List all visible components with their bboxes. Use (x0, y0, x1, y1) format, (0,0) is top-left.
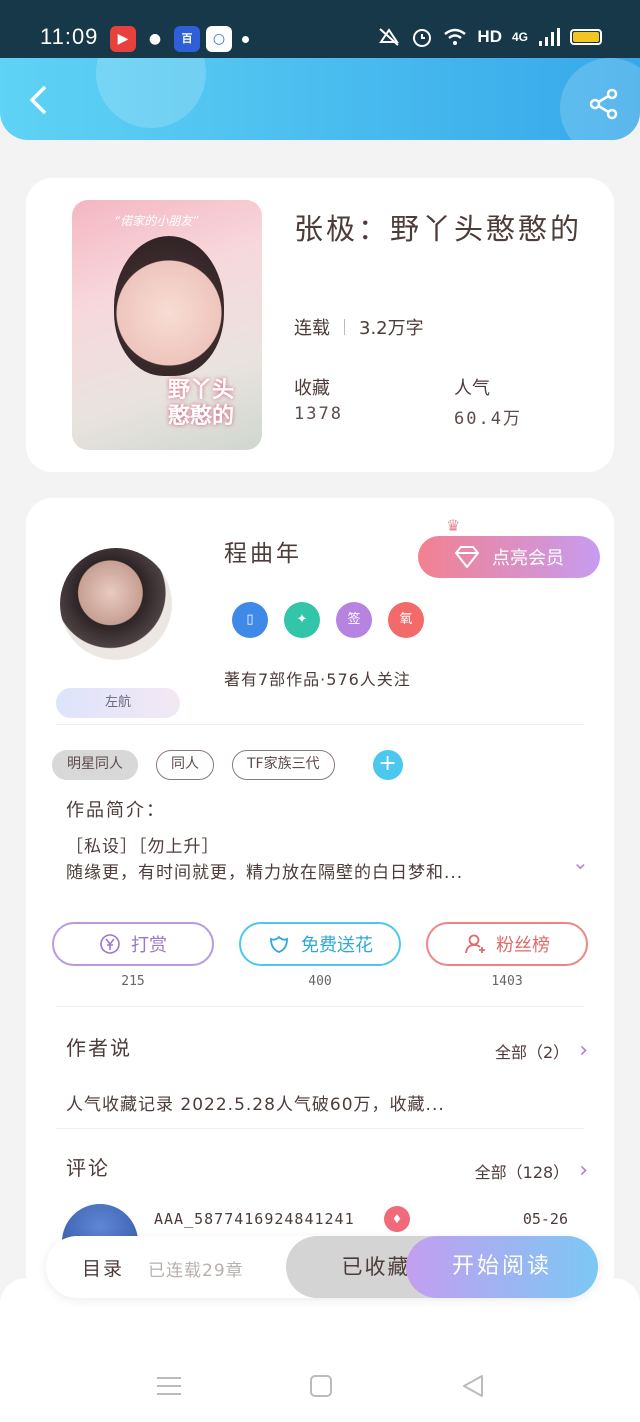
fan-ranking-button[interactable]: 粉丝榜 (426, 922, 588, 966)
user-icon (465, 934, 485, 954)
status-bar: 11:09 ▶ ● 百 ○ HD 4G (0, 0, 640, 58)
back-nav-icon[interactable] (458, 1372, 488, 1400)
author-badge: 左航 (56, 688, 180, 718)
diamond-icon (454, 546, 480, 568)
network-type: HD (477, 27, 502, 46)
book-title: 张极：野丫头憨憨的 (294, 212, 583, 246)
signal-icon (539, 28, 560, 46)
chevron-right-icon: › (579, 1038, 588, 1063)
cover-caption: “偌家的小朋友” (114, 214, 199, 228)
vip-button-label: 点亮会员 (492, 548, 564, 569)
popularity-value: 60.4万 (454, 409, 522, 429)
send-flower-label: 免费送花 (301, 935, 373, 956)
yen-icon (100, 934, 120, 954)
tag-item[interactable]: TF家族三代 (232, 750, 335, 780)
notification-dot (242, 36, 249, 43)
cover-title: 野丫头 憨憨的 (168, 378, 235, 429)
wifi-icon (444, 28, 467, 45)
intro-label: 作品简介： (66, 800, 166, 821)
send-flower-button[interactable]: 免费送花 (239, 922, 401, 966)
battery-icon (570, 29, 602, 45)
popularity-label: 人气 (454, 378, 490, 399)
chapter-count: 已连载29章 (148, 1261, 244, 1281)
divider (56, 724, 584, 725)
author-says-title: 作者说 (66, 1036, 132, 1060)
comment-date: 05-26 (522, 1210, 568, 1228)
comments-title: 评论 (66, 1156, 110, 1180)
comment-username[interactable]: AAA_5877416924841241 (154, 1210, 355, 1228)
mute-icon (379, 28, 400, 46)
vip-diamond-icon: ♦ (384, 1206, 410, 1232)
cover-portrait (114, 236, 224, 376)
signal-type: 4G (511, 30, 528, 44)
book-info-card: “偌家的小朋友” 野丫头 憨憨的 张极：野丫头憨憨的 连载 3.2万字 收藏 1… (26, 178, 614, 472)
divider (56, 1006, 584, 1007)
fan-count: 1403 (491, 974, 523, 989)
baidu-icon: 百 (174, 26, 200, 52)
favorites-label: 收藏 (294, 378, 330, 399)
author-says-all-link[interactable]: 全部（2） › (495, 1038, 588, 1063)
tag-item[interactable]: 同人 (156, 750, 214, 780)
author-works: 著有7部作品·576人关注 (224, 670, 411, 689)
reward-count: 215 (121, 974, 145, 989)
divider (56, 1128, 584, 1129)
toc-button[interactable]: 目录 (82, 1254, 124, 1281)
menu-icon[interactable] (154, 1372, 184, 1400)
flower-icon (270, 935, 288, 953)
handshake-medal-icon[interactable]: ✦ (284, 602, 320, 638)
signed-medal-icon[interactable]: 签 (336, 602, 372, 638)
tag-list: 明星同人 同人 TF家族三代 + (52, 750, 403, 780)
chevron-right-icon: › (579, 1158, 588, 1183)
status-indicators: HD 4G (377, 26, 602, 48)
comments-all-label: 全部（128） (474, 1162, 570, 1182)
word-count: 3.2万字 (359, 318, 424, 339)
comments-all-link[interactable]: 全部（128） › (475, 1158, 588, 1183)
intro-line: ［私设］［勿上升］ (66, 837, 220, 857)
expand-chevron-icon[interactable]: ⌄ (572, 850, 589, 874)
author-avatar[interactable] (60, 548, 172, 660)
browser-icon: ○ (206, 26, 232, 52)
favorites-value: 1378 (294, 404, 343, 424)
reward-button[interactable]: 打赏 (52, 922, 214, 966)
back-icon[interactable] (20, 82, 56, 118)
flower-count: 400 (308, 974, 332, 989)
alarm-icon (413, 29, 432, 47)
author-name[interactable]: 程曲年 (224, 534, 302, 568)
book-status: 连载 (294, 318, 330, 339)
book-meta: 连载 3.2万字 (294, 314, 424, 340)
video-app-icon: ▶ (110, 26, 136, 52)
bottom-action-bar: 目录 已连载29章 已收藏 开始阅读 (46, 1236, 598, 1298)
oxygen-medal-icon[interactable]: 氧 (388, 602, 424, 638)
add-tag-button[interactable]: + (372, 750, 403, 780)
intro-line: 随缘更，有时间就更，精力放在隔壁的白日梦和... (66, 863, 464, 883)
fan-ranking-label: 粉丝榜 (496, 935, 550, 956)
phone-medal-icon[interactable]: ▯ (232, 602, 268, 638)
home-icon[interactable] (306, 1372, 336, 1400)
book-cover[interactable]: “偌家的小朋友” 野丫头 憨憨的 (72, 200, 262, 450)
author-note-text[interactable]: 人气收藏记录 2022.5.28人气破60万，收藏... (66, 1090, 445, 1115)
wechat-icon: ● (148, 31, 162, 47)
start-reading-button[interactable]: 开始阅读 (406, 1236, 598, 1298)
tag-item[interactable]: 明星同人 (52, 750, 138, 780)
author-says-all-label: 全部（2） (495, 1042, 570, 1062)
share-icon[interactable] (588, 88, 620, 120)
reward-label: 打赏 (131, 935, 167, 956)
top-nav-bar (0, 58, 640, 140)
system-nav-bar (0, 1356, 640, 1412)
vip-button[interactable]: 点亮会员 (418, 536, 600, 578)
crown-icon: ♛ (446, 516, 461, 535)
meta-divider (344, 319, 345, 335)
status-time: 11:09 (40, 24, 99, 49)
author-medals: ▯ ✦ 签 氧 (232, 602, 424, 638)
intro-text[interactable]: ［私设］［勿上升］ 随缘更，有时间就更，精力放在隔壁的白日梦和... (66, 834, 546, 886)
details-card: 左航 程曲年 ♛ 点亮会员 ▯ ✦ 签 氧 著有7部作品·576人关注 明星同人… (26, 498, 614, 1298)
